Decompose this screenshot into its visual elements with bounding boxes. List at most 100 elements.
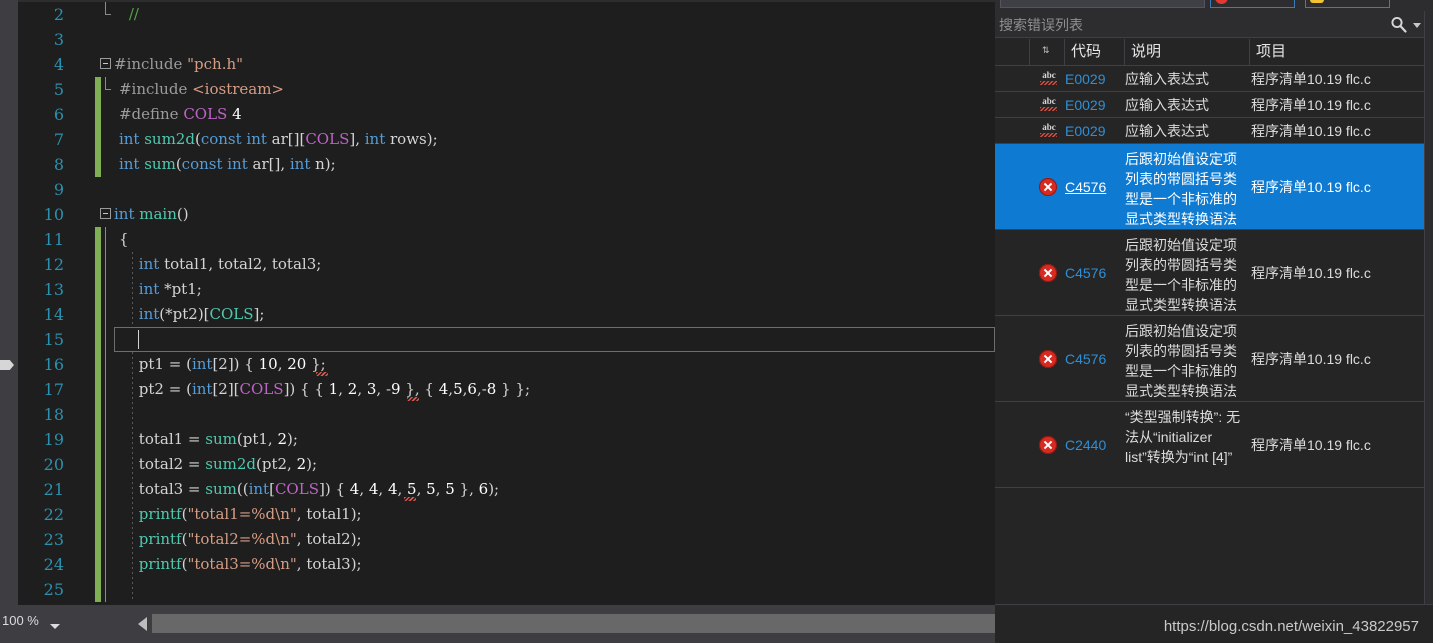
indent-guide [132, 477, 133, 502]
error-code-link[interactable]: E0029 [1065, 69, 1123, 89]
fold-collapse-icon[interactable] [100, 208, 111, 219]
column-header-code[interactable]: 代码 [1065, 39, 1125, 65]
code-token: 2 [348, 380, 358, 398]
error-list-row[interactable]: C4576后跟初始值设定项列表的带圆括号类型是一个非标准的显式类型转换语法程序清… [995, 316, 1433, 401]
error-scope-dropdown[interactable] [1000, 0, 1205, 8]
editor-splitter-handle[interactable] [0, 360, 14, 370]
block-structure-line [105, 477, 106, 502]
search-icon[interactable] [1390, 16, 1407, 33]
code-line[interactable]: 20total2 = sum2d(pt2, 2); [18, 452, 995, 477]
error-list-row[interactable]: abcE0029应输入表达式程序清单10.19 flc.c [995, 118, 1433, 143]
column-header-project[interactable]: 项目 [1250, 39, 1433, 65]
error-project: 程序清单10.19 flc.c [1251, 95, 1431, 115]
code-line[interactable]: 12int total1, total2, total3; [18, 252, 995, 277]
horizontal-scrollbar[interactable] [68, 609, 995, 631]
error-list-row[interactable]: abcE0029应输入表达式程序清单10.19 flc.c [995, 66, 1433, 91]
code-token: , total1); [297, 505, 362, 523]
code-line[interactable]: 17pt2 = (int[2][COLS]) { { 1, 2, 3, -9 }… [18, 377, 995, 402]
error-icon [1039, 436, 1061, 454]
code-token: , - [376, 380, 391, 398]
error-list-row[interactable]: C4576后跟初始值设定项列表的带圆括号类型是一个非标准的显式类型转换语法程序清… [995, 144, 1433, 229]
column-header-severity[interactable]: ⇅ [1030, 39, 1065, 65]
code-line[interactable]: 14int(*pt2)[COLS]; [18, 302, 995, 327]
error-code-link[interactable]: C4576 [1065, 263, 1123, 283]
code-line[interactable]: 9 [18, 177, 995, 202]
code-token: 5 [445, 480, 455, 498]
abc-error-icon: abc [1039, 70, 1061, 85]
errors-filter-toggle[interactable] [1210, 0, 1295, 8]
scroll-left-arrow-icon[interactable] [138, 617, 147, 631]
code-token: printf [139, 505, 182, 523]
block-structure-line [105, 452, 106, 477]
code-line[interactable]: 5#include <iostream> [18, 77, 995, 102]
code-line[interactable]: 4#include "pch.h" [18, 52, 995, 77]
error-circle-icon [1215, 0, 1228, 4]
code-text: int main() [114, 202, 189, 227]
error-list-row[interactable]: C4576后跟初始值设定项列表的带圆括号类型是一个非标准的显式类型转换语法程序清… [995, 230, 1433, 315]
error-code-link[interactable]: C4576 [1065, 177, 1123, 197]
code-token: }; [306, 355, 325, 373]
code-token: "total1=%d\n" [187, 505, 296, 523]
line-number: 18 [18, 402, 64, 427]
horizontal-scrollbar-thumb[interactable] [152, 614, 995, 633]
column-header-description[interactable]: 说明 [1125, 39, 1250, 65]
line-number: 5 [18, 77, 64, 102]
error-code-link[interactable]: C2440 [1065, 435, 1123, 455]
code-line[interactable]: 16pt1 = (int[2]) { 10, 20 }; [18, 352, 995, 377]
error-list-toolbar [995, 0, 1433, 11]
error-list-row[interactable]: abcE0029应输入表达式程序清单10.19 flc.c [995, 92, 1433, 117]
change-marker-bar [95, 377, 101, 402]
code-line[interactable]: 13int *pt1; [18, 277, 995, 302]
code-line[interactable]: 7int sum2d(const int ar[][COLS], int row… [18, 127, 995, 152]
code-token: 1 [329, 380, 339, 398]
code-line[interactable]: 15 [18, 327, 995, 352]
error-list-right-edge[interactable] [1424, 11, 1433, 643]
error-icon [1039, 350, 1061, 368]
zoom-level-value: 100 % [2, 613, 39, 628]
code-token: }, { [401, 380, 439, 398]
code-token: 6 [479, 480, 489, 498]
code-token: () [177, 205, 189, 223]
error-list-row[interactable]: C2440“类型强制转换”: 无法从“initializer list”转换为“… [995, 402, 1433, 487]
code-token: (( [237, 480, 249, 498]
code-token: 6 [467, 380, 477, 398]
code-text-area[interactable]: 2//34#include "pch.h"5#include <iostream… [18, 2, 995, 605]
code-line[interactable]: 21total3 = sum((int[COLS]) { 4, 4, 4, 5,… [18, 477, 995, 502]
code-token: 3 [367, 380, 377, 398]
code-token: int [290, 155, 315, 173]
error-code-link[interactable]: C4576 [1065, 349, 1123, 369]
code-line[interactable]: 6#define COLS 4 [18, 102, 995, 127]
indent-guide [132, 277, 133, 302]
fold-collapse-icon[interactable] [100, 58, 111, 69]
code-line[interactable]: 19total1 = sum(pt1, 2); [18, 427, 995, 452]
column-header-blank[interactable] [995, 39, 1030, 65]
code-line[interactable]: 25 [18, 577, 995, 602]
code-line[interactable]: 10int main() [18, 202, 995, 227]
error-code-link[interactable]: E0029 [1065, 121, 1123, 141]
search-options-chevron-icon[interactable] [1413, 23, 1421, 28]
code-token: COLS [275, 480, 319, 498]
text-caret [138, 330, 139, 349]
zoom-level-dropdown[interactable]: 100 % [0, 610, 70, 632]
code-line[interactable]: 23printf("total2=%d\n", total2); [18, 527, 995, 552]
code-line[interactable]: 8int sum(const int ar[], int n); [18, 152, 995, 177]
code-text: total1 = sum(pt1, 2); [139, 427, 298, 452]
error-code-link[interactable]: E0029 [1065, 95, 1123, 115]
line-number: 16 [18, 352, 64, 377]
code-line[interactable]: 3 [18, 27, 995, 52]
code-line[interactable]: 2// [18, 2, 995, 27]
code-line[interactable]: 18 [18, 402, 995, 427]
code-token: 4 [388, 480, 398, 498]
code-line[interactable]: 11{ [18, 227, 995, 252]
code-text: #define COLS 4 [119, 102, 242, 127]
search-input[interactable] [997, 11, 1391, 39]
change-marker-bar [95, 502, 101, 527]
code-line[interactable]: 24printf("total3=%d\n", total3); [18, 552, 995, 577]
indent-guide [132, 502, 133, 527]
code-token: [2][ [212, 380, 239, 398]
code-line[interactable]: 22printf("total1=%d\n", total1); [18, 502, 995, 527]
code-text: printf("total1=%d\n", total1); [139, 502, 362, 527]
code-token: // [129, 5, 139, 23]
warnings-filter-toggle[interactable] [1305, 0, 1390, 8]
code-token: int [139, 305, 160, 323]
